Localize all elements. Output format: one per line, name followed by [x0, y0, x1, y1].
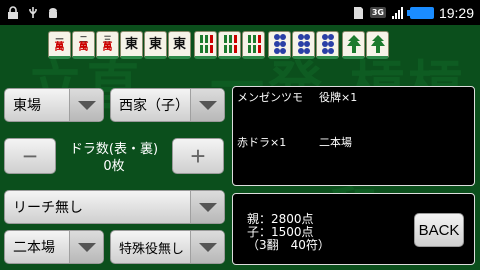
yaku-item: メンゼンツモ [237, 91, 303, 104]
tile-circle-icon [316, 31, 339, 59]
tile-3-man: 三萬 [96, 31, 119, 59]
tile-green-dragon-icon [366, 31, 389, 59]
tile-east: 東 [168, 31, 191, 59]
tile-bamboo-icon [242, 31, 265, 59]
plus-icon: + [190, 140, 206, 171]
clock: 19:29 [438, 4, 474, 21]
dora-plus-button[interactable]: + [172, 138, 224, 174]
tile-bamboo-icon [218, 31, 241, 59]
tile-bamboo-icon [194, 31, 217, 59]
tile-east: 東 [120, 31, 143, 59]
yaku-list-panel: メンゼンツモ 役牌×1 赤ドラ×1 二本場 [232, 86, 475, 186]
dora-counter: ドラ数(表・裏) 0枚 [64, 141, 164, 175]
hand-tiles: 一萬 二萬 三萬 東 東 東 [48, 31, 389, 59]
special-yaku-select[interactable]: 特殊役無し [110, 230, 225, 264]
tile-east: 東 [144, 31, 167, 59]
lock-icon [8, 5, 18, 19]
tile-circle-icon [292, 31, 315, 59]
battery-icon [406, 6, 434, 19]
round-wind-select[interactable]: 東場 [4, 88, 104, 122]
sd-card-icon [353, 6, 363, 19]
special-yaku-value: 特殊役無し [119, 240, 185, 256]
status-bar: 3G 19:29 [0, 0, 480, 25]
han-fu-summary: （3翻 40符） [247, 238, 330, 252]
chevron-down-icon [190, 89, 224, 121]
seat-wind-value: 西家（子） [119, 97, 189, 113]
signal-icon [391, 6, 403, 19]
network-3g-badge: 3G [369, 7, 386, 18]
yaku-item: 赤ドラ×1 [237, 136, 287, 149]
chevron-down-icon [190, 191, 224, 223]
android-icon [49, 7, 57, 18]
tile-1-man: 一萬 [48, 31, 71, 59]
honba-value: 二本場 [13, 239, 55, 255]
seat-wind-select[interactable]: 西家（子） [110, 88, 225, 122]
score-text: 親：2800点 子：1500点 （3翻 40符） [247, 213, 330, 252]
chevron-down-icon [69, 231, 103, 263]
chevron-down-icon [69, 89, 103, 121]
tile-circle-icon [268, 31, 291, 59]
chevron-down-icon [190, 231, 224, 263]
tile-2-man: 二萬 [72, 31, 95, 59]
usb-icon [29, 6, 37, 18]
round-wind-value: 東場 [13, 97, 41, 113]
honba-select[interactable]: 二本場 [4, 230, 104, 264]
riichi-select[interactable]: リーチ無し [4, 190, 225, 224]
riichi-value: リーチ無し [13, 199, 83, 215]
dora-minus-button[interactable]: − [4, 138, 56, 174]
yaku-item: 役牌×1 [319, 91, 358, 104]
back-button[interactable]: BACK [414, 213, 464, 247]
tile-green-dragon-icon [342, 31, 365, 59]
dora-value: 0枚 [103, 159, 125, 174]
minus-icon: − [22, 140, 38, 171]
dora-label: ドラ数(表・裏) [69, 142, 159, 157]
yaku-item: 二本場 [319, 136, 352, 149]
